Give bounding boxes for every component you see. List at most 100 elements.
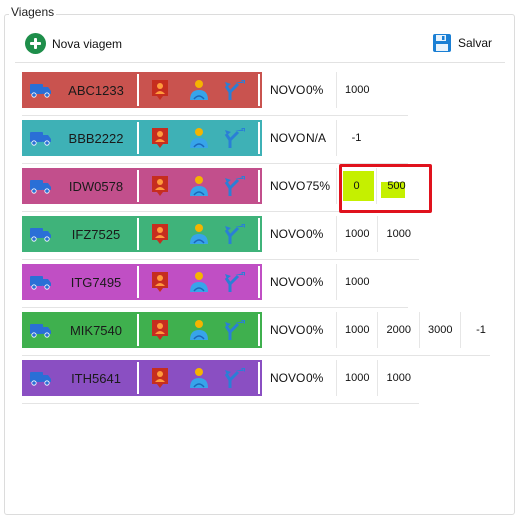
trip-row[interactable]: ABC1233 NOVO 0% 1000 (22, 72, 377, 108)
location-pin-icon[interactable] (148, 174, 172, 198)
trip-row[interactable]: IDW0578 NOVO 75% 0 500 (22, 168, 416, 204)
card-separator (137, 122, 139, 154)
value-text: 1000 (345, 324, 370, 336)
value-text: 1000 (345, 372, 370, 384)
card-separator (258, 170, 260, 202)
route-fork-icon[interactable] (224, 78, 248, 102)
card-separator (137, 218, 139, 250)
value-cell[interactable]: 1000 (336, 312, 377, 348)
plate-label: BBB2222 (68, 131, 124, 146)
truck-icon (30, 228, 51, 242)
plate-label: IDW0578 (68, 179, 124, 194)
status-text: NOVO (270, 227, 306, 241)
card-separator (137, 362, 139, 394)
value-cell[interactable]: 1000 (336, 72, 377, 108)
trip-row[interactable]: BBB2222 NOVO N/A -1 (22, 120, 376, 156)
trip-card[interactable]: IDW0578 (22, 168, 262, 204)
card-separator (137, 170, 139, 202)
plate-label: IFZ7525 (71, 227, 121, 242)
status-text: NOVO (270, 275, 306, 289)
route-fork-icon[interactable] (224, 270, 248, 294)
value-text: 500 (387, 180, 406, 192)
location-pin-icon[interactable] (148, 366, 172, 390)
route-fork-icon[interactable] (224, 126, 248, 150)
value-text: 0 (353, 180, 360, 192)
trip-card[interactable]: ABC1233 (22, 72, 262, 108)
card-separator (258, 266, 260, 298)
value-cell[interactable]: 2000 (377, 312, 418, 348)
row-divider (22, 211, 416, 212)
progress-text: 0% (306, 323, 324, 337)
row-divider (22, 403, 419, 404)
value-cell[interactable]: 0 (336, 168, 376, 204)
plate-label: ABC1233 (68, 83, 124, 98)
value-cell[interactable]: 500 (376, 168, 416, 204)
truck-icon (30, 180, 51, 194)
location-pin-icon[interactable] (148, 270, 172, 294)
trip-row[interactable]: MIK7540 NOVO 0% 1000 2000 3000 -1 (22, 312, 500, 348)
trip-row[interactable]: ITG7495 NOVO 0% 1000 (22, 264, 377, 300)
driver-person-icon[interactable] (187, 366, 211, 390)
value-cell[interactable]: 3000 (418, 312, 460, 348)
driver-person-icon[interactable] (187, 318, 211, 342)
location-pin-icon[interactable] (148, 318, 172, 342)
driver-person-icon[interactable] (187, 78, 211, 102)
plate-label: ITH5641 (71, 371, 121, 386)
value-text: 1000 (386, 228, 411, 240)
truck-icon (30, 324, 51, 338)
trip-card[interactable]: BBB2222 (22, 120, 262, 156)
value-cell[interactable]: 1000 (336, 360, 377, 396)
route-fork-icon[interactable] (224, 222, 248, 246)
driver-person-icon[interactable] (187, 270, 211, 294)
card-separator (258, 362, 260, 394)
progress-text: N/A (306, 131, 327, 145)
progress-text: 0% (306, 371, 324, 385)
save-label: Salvar (458, 36, 493, 50)
value-cell[interactable]: -1 (460, 312, 500, 348)
route-fork-icon[interactable] (224, 174, 248, 198)
save-button[interactable]: Salvar (432, 33, 492, 53)
route-fork-icon[interactable] (224, 318, 248, 342)
value-text: 2000 (386, 324, 411, 336)
new-trip-button[interactable]: Nova viagem (25, 33, 122, 54)
location-pin-icon[interactable] (148, 126, 172, 150)
truck-icon (30, 372, 51, 386)
truck-icon (30, 276, 51, 290)
toolbar-divider (15, 62, 505, 63)
card-separator (137, 266, 139, 298)
status-text: NOVO (270, 131, 306, 145)
value-cell[interactable]: 1000 (336, 264, 377, 300)
row-divider (22, 307, 408, 308)
driver-person-icon[interactable] (187, 174, 211, 198)
row-divider (22, 163, 408, 164)
row-divider (22, 355, 490, 356)
location-pin-icon[interactable] (148, 222, 172, 246)
card-separator (258, 218, 260, 250)
trip-row[interactable]: IFZ7525 NOVO 0% 1000 1000 (22, 216, 419, 252)
trip-row[interactable]: ITH5641 NOVO 0% 1000 1000 (22, 360, 419, 396)
group-title: Viagens (9, 5, 57, 19)
trip-card[interactable]: IFZ7525 (22, 216, 262, 252)
value-text: 1000 (345, 84, 370, 96)
trip-card[interactable]: ITG7495 (22, 264, 262, 300)
card-separator (258, 314, 260, 346)
progress-text: 0% (306, 275, 324, 289)
value-cell[interactable]: 1000 (336, 216, 377, 252)
trip-card[interactable]: MIK7540 (22, 312, 262, 348)
card-separator (258, 74, 260, 106)
card-separator (137, 314, 139, 346)
value-cell[interactable]: 1000 (377, 216, 418, 252)
value-text: 1000 (345, 228, 370, 240)
trip-card[interactable]: ITH5641 (22, 360, 262, 396)
truck-icon (30, 132, 51, 146)
truck-icon (30, 84, 51, 98)
driver-person-icon[interactable] (187, 222, 211, 246)
driver-person-icon[interactable] (187, 126, 211, 150)
status-text: NOVO (270, 323, 306, 337)
value-cell[interactable]: -1 (336, 120, 376, 156)
value-cell[interactable]: 1000 (377, 360, 418, 396)
location-pin-icon[interactable] (148, 78, 172, 102)
route-fork-icon[interactable] (224, 366, 248, 390)
card-separator (258, 122, 260, 154)
row-divider (22, 115, 408, 116)
